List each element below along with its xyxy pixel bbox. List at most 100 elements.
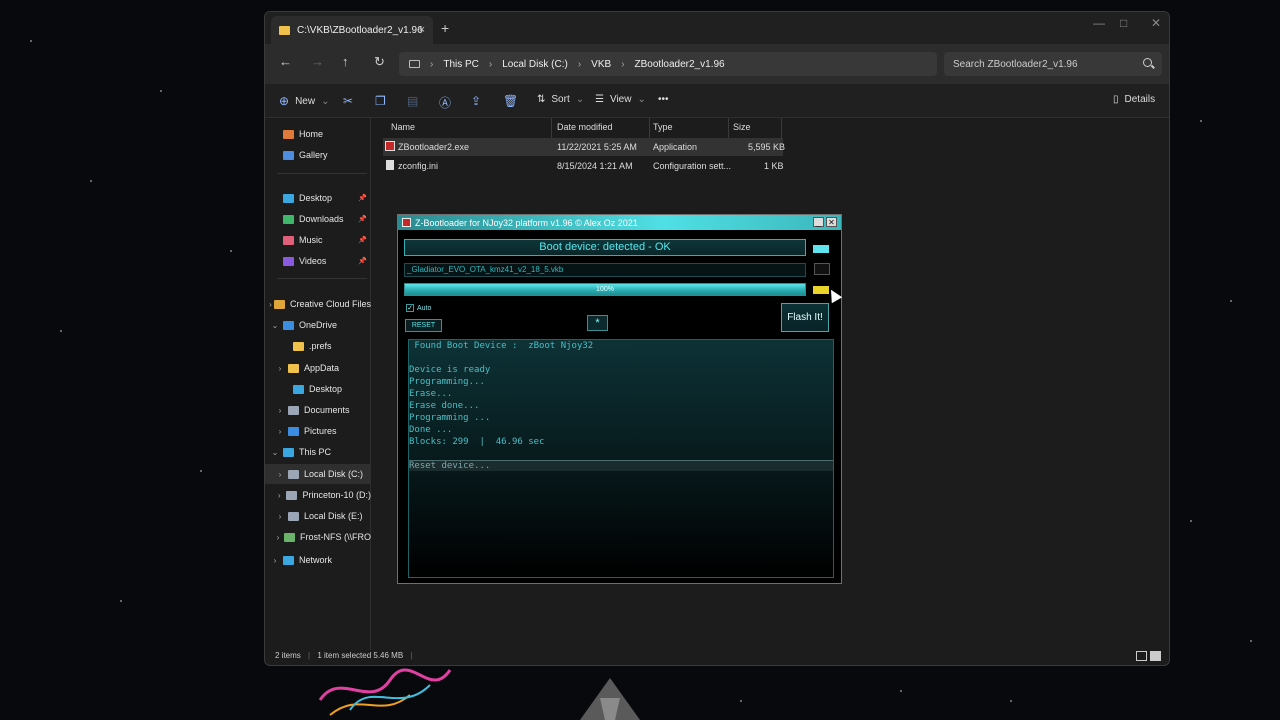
sidebar-item-desktop[interactable]: Desktop 📌	[265, 188, 371, 208]
column-divider	[781, 118, 782, 138]
copy-button[interactable]: ❐	[375, 94, 386, 108]
details-pane-icon: ▯	[1113, 94, 1119, 105]
cut-button[interactable]: ✂	[343, 94, 353, 108]
details-view-icon[interactable]	[1136, 651, 1147, 661]
sort-icon: ⇅	[537, 94, 546, 105]
sidebar-item-princeton-10-d[interactable]: › Princeton-10 (D:)	[265, 485, 371, 505]
back-arrow-icon[interactable]: ←	[279, 54, 292, 69]
column-header-name[interactable]: Name	[391, 122, 415, 132]
breadcrumb-vkb[interactable]: VKB	[591, 59, 611, 70]
column-header-type[interactable]: Type	[653, 122, 673, 132]
log-line: Found Boot Device : zBoot Njoy32	[409, 341, 594, 351]
firmware-file-field[interactable]: _Gladiator_EVO_OTA_kmz41_v2_18_5.vkb	[404, 263, 806, 277]
sidebar-item-local-disk-c[interactable]: › Local Disk (C:)	[265, 464, 371, 484]
tab-title: C:\VKB\ZBootloader2_v1.96	[297, 24, 423, 36]
file-date: 8/15/2024 1:21 AM	[557, 161, 633, 171]
expand-chevron-icon[interactable]: ⌄	[269, 448, 281, 457]
column-header-size[interactable]: Size	[733, 122, 751, 132]
sort-button[interactable]: ⇅ Sort ⌄	[537, 94, 584, 105]
breadcrumb-local-disk[interactable]: Local Disk (C:)	[502, 59, 568, 70]
sidebar-item-this-pc[interactable]: ⌄ This PC	[265, 442, 371, 462]
sidebar-item-label: Network	[299, 555, 333, 565]
rename-button[interactable]: Ⓐ	[439, 94, 451, 111]
log-line: Erase...	[409, 389, 453, 399]
expand-chevron-icon[interactable]: ›	[274, 533, 282, 542]
sidebar-item-label: Local Disk (E:)	[304, 511, 363, 521]
new-button[interactable]: ⊕ New ⌄	[279, 94, 329, 108]
sidebar-item-gallery[interactable]: Gallery	[265, 145, 371, 165]
zboot-close-button[interactable]: ✕	[826, 217, 837, 227]
auto-checkbox[interactable]: ✓ Auto	[406, 304, 431, 312]
sidebar-item-videos[interactable]: Videos 📌	[265, 251, 371, 271]
wallpaper-art-figure	[580, 678, 640, 720]
view-icon: ☰	[595, 94, 604, 105]
zboot-title-bar[interactable]: Z-Bootloader for NJoy32 platform v1.96 ©…	[398, 215, 841, 230]
file-size: 1 KB	[764, 161, 784, 171]
sidebar-item-pictures[interactable]: › Pictures	[265, 421, 371, 441]
table-row[interactable]: zconfig.ini 8/15/2024 1:21 AM Configurat…	[383, 157, 784, 175]
column-header-date[interactable]: Date modified	[557, 122, 613, 132]
sidebar-item-local-disk-e[interactable]: › Local Disk (E:)	[265, 506, 371, 526]
sidebar-item-appdata[interactable]: › AppData	[265, 358, 371, 378]
reset-button[interactable]: RESET	[405, 319, 442, 332]
breadcrumb-zbootloader[interactable]: ZBootloader2_v1.96	[635, 59, 725, 70]
clipboard-icon: ▤	[407, 94, 419, 108]
sidebar-item-creative-cloud-files[interactable]: › Creative Cloud Files	[265, 294, 371, 314]
rename-icon: Ⓐ	[439, 96, 452, 110]
tab-close-icon[interactable]: ×	[419, 24, 425, 36]
sidebar-item-frost-nfs-fro[interactable]: › Frost-NFS (\\FRO	[265, 527, 371, 547]
forward-arrow-icon[interactable]: →	[311, 54, 324, 69]
breadcrumb-this-pc[interactable]: This PC	[443, 59, 479, 70]
maximize-button[interactable]: □	[1120, 16, 1127, 30]
delete-button[interactable]: 🗑	[503, 94, 518, 108]
expand-chevron-icon[interactable]: ⌄	[269, 321, 281, 330]
refresh-icon[interactable]: ↻	[374, 54, 385, 70]
table-row[interactable]: ZBootloader2.exe 11/22/2021 5:25 AM Appl…	[383, 138, 785, 156]
tiles-view-icon[interactable]	[1150, 651, 1161, 661]
column-divider	[551, 118, 552, 138]
sidebar-item-label: Local Disk (C:)	[304, 469, 364, 479]
expand-chevron-icon[interactable]: ›	[274, 406, 286, 415]
up-arrow-icon[interactable]: ↑	[342, 54, 349, 69]
expand-chevron-icon[interactable]: ›	[274, 364, 286, 373]
star-button[interactable]: *	[587, 315, 608, 331]
zboot-minimize-button[interactable]: _	[813, 217, 824, 227]
sidebar-item-onedrive[interactable]: ⌄ OneDrive	[265, 315, 371, 335]
star-dot	[1250, 640, 1252, 642]
details-button[interactable]: ▯ Details	[1113, 94, 1155, 105]
plus-circle-icon: ⊕	[279, 94, 290, 108]
breadcrumb[interactable]: › This PC › Local Disk (C:) › VKB › ZBoo…	[399, 52, 937, 76]
sidebar-item-prefs[interactable]: .prefs	[265, 336, 371, 356]
sidebar-item-home[interactable]: Home	[265, 124, 371, 144]
share-button[interactable]: ⇪	[471, 94, 481, 108]
expand-chevron-icon[interactable]: ›	[274, 491, 284, 500]
sidebar-item-downloads[interactable]: Downloads 📌	[265, 209, 371, 229]
column-divider	[649, 118, 650, 138]
paste-button[interactable]: ▤	[407, 94, 418, 108]
expand-chevron-icon[interactable]: ›	[269, 556, 281, 565]
sidebar-item-network[interactable]: › Network	[265, 550, 371, 570]
expand-chevron-icon[interactable]: ›	[269, 300, 272, 309]
flash-progress-bar: 100%	[404, 283, 806, 296]
more-options-button[interactable]: •••	[658, 94, 669, 105]
tab-current-folder[interactable]: C:\VKB\ZBootloader2_v1.96 ×	[271, 16, 433, 44]
log-line-highlighted: Reset device...	[409, 460, 833, 471]
sidebar-item-music[interactable]: Music 📌	[265, 230, 371, 250]
browse-file-button[interactable]	[814, 263, 830, 275]
search-input[interactable]: Search ZBootloader2_v1.96	[944, 52, 1162, 76]
sidebar-item-label: OneDrive	[299, 320, 338, 330]
status-divider: |	[410, 651, 413, 660]
view-button[interactable]: ☰ View ⌄	[595, 94, 646, 105]
minimize-button[interactable]: —	[1093, 16, 1105, 30]
pin-icon: 📌	[358, 237, 367, 244]
status-divider: |	[308, 651, 311, 660]
sidebar-item-desktop[interactable]: Desktop	[265, 379, 371, 399]
sidebar-item-documents[interactable]: › Documents	[265, 400, 371, 420]
close-button[interactable]: ✕	[1151, 16, 1161, 30]
flash-it-button[interactable]: Flash It!	[781, 303, 829, 332]
expand-chevron-icon[interactable]: ›	[274, 427, 286, 436]
expand-chevron-icon[interactable]: ›	[274, 470, 286, 479]
expand-chevron-icon[interactable]: ›	[274, 512, 286, 521]
new-tab-button[interactable]: +	[441, 20, 449, 36]
folder-icon	[283, 235, 294, 245]
